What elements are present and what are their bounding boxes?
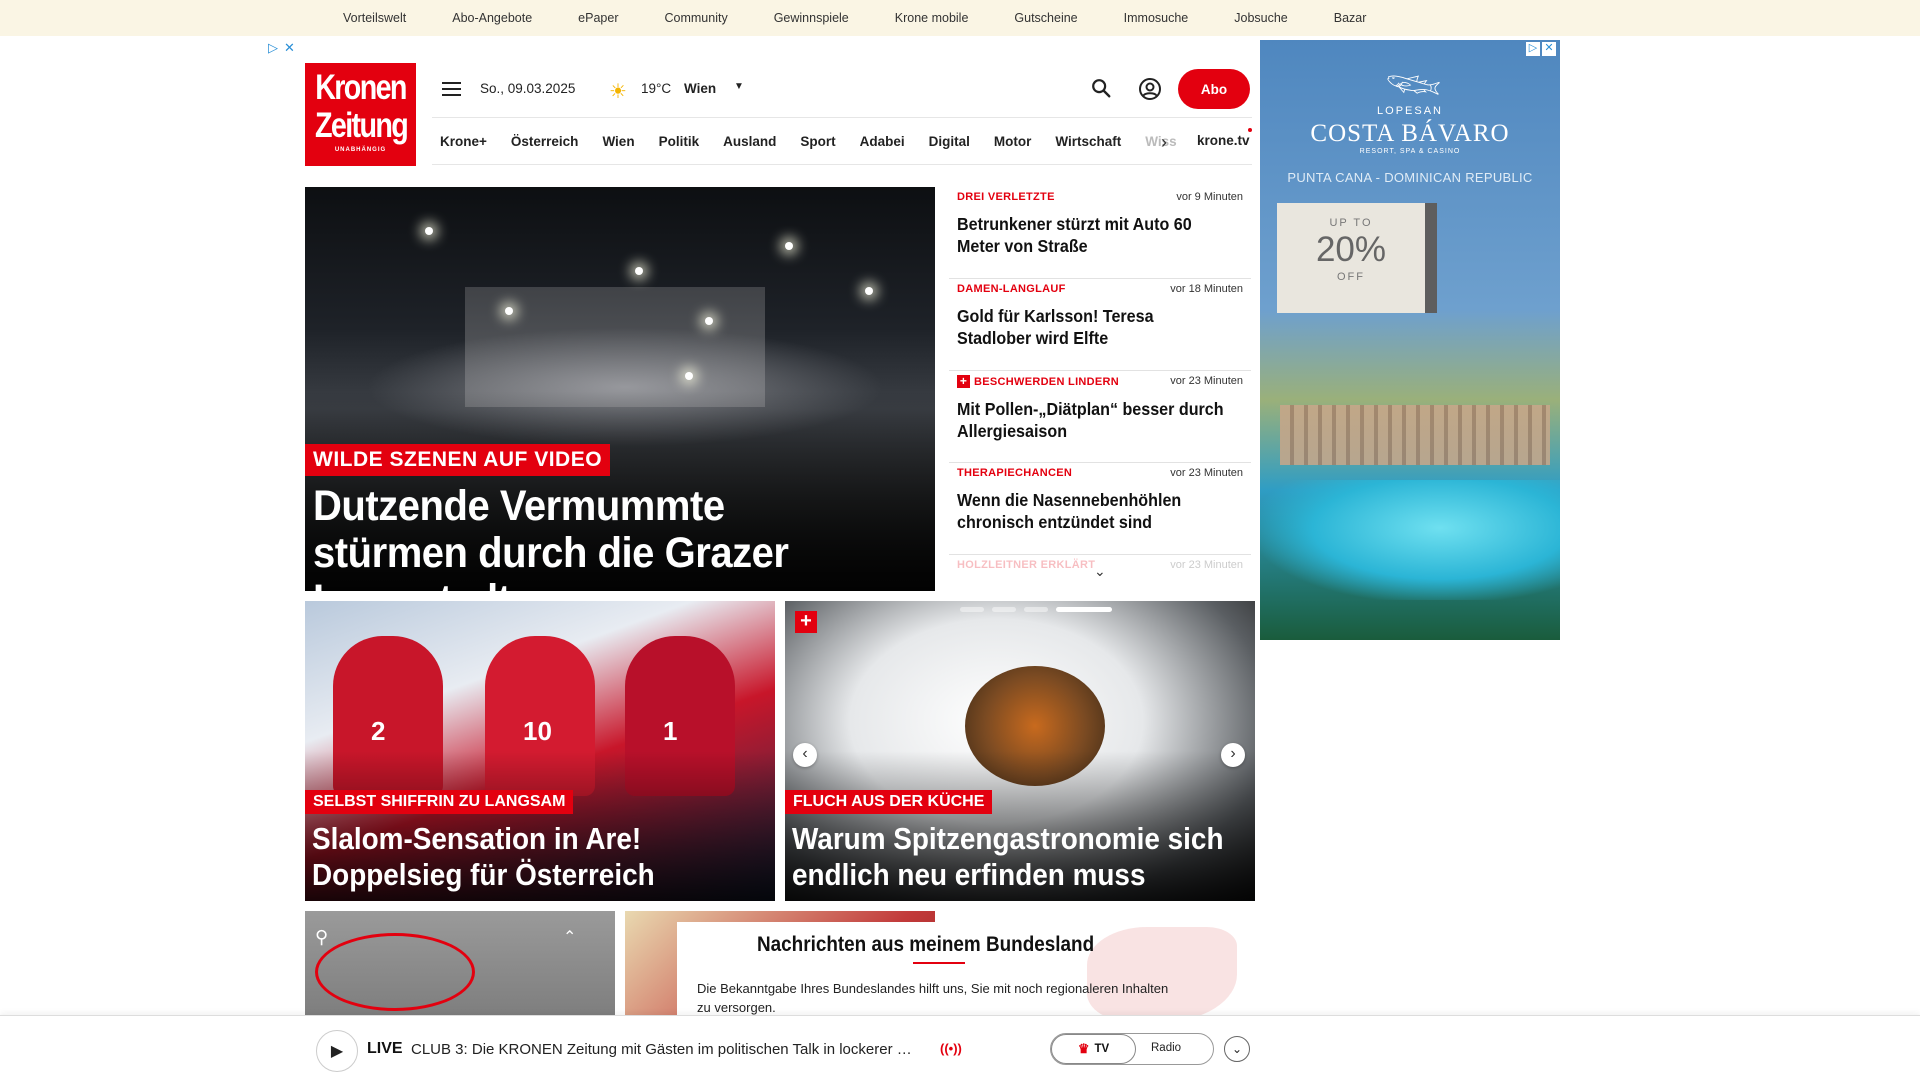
nav-item-oesterreich[interactable]: Österreich [511, 134, 579, 149]
nav-item-ausland[interactable]: Ausland [723, 134, 776, 149]
chevron-down-icon[interactable]: ⌄ [1094, 563, 1106, 580]
hero-headline[interactable]: Dutzende Vermummte stürmen durch die Gra… [313, 483, 885, 592]
ticker-time: vor 23 Minuten [1170, 467, 1243, 479]
nav-item-wirtschaft[interactable]: Wirtschaft [1055, 134, 1121, 149]
ad-play-icon: ▷ [268, 40, 278, 55]
carousel-indicators [960, 607, 1112, 612]
ticker-headline[interactable]: Wenn die Nasennebenhöhlen chronisch entz… [957, 489, 1224, 533]
city-selector[interactable]: Wien [684, 81, 716, 96]
utility-link-jobsuche[interactable]: Jobsuche [1234, 11, 1288, 25]
ticker-headline[interactable]: Betrunkener stürzt mit Auto 60 Meter von… [957, 213, 1224, 257]
ad-brand: LOPESAN [1377, 105, 1443, 117]
article-card-gastronomie[interactable]: + ‹ › FLUCH AUS DER KÜCHE Warum Spitzeng… [785, 601, 1255, 901]
live-player-bar: ▶ LIVE CLUB 3: Die KRONEN Zeitung mit Gä… [0, 1015, 1920, 1080]
ticker-headline[interactable]: Gold für Karlsson! Teresa Stadlober wird… [957, 305, 1224, 349]
logo-line-1: Kronen [315, 68, 407, 107]
broadcast-icon: ((•)) [940, 1041, 962, 1056]
ad-resort-name: COSTA BÁVARO [1310, 120, 1510, 147]
utility-link-community[interactable]: Community [664, 11, 727, 25]
ad-resort-sub: RESORT, SPA & CASINO [1359, 148, 1461, 155]
nav-item-krone-plus[interactable]: Krone+ [440, 134, 487, 149]
temperature: 19°C [641, 81, 672, 96]
nav-item-adabei[interactable]: Adabei [860, 134, 905, 149]
bundesland-text: Die Bekanntgabe Ihres Bundeslandes hilft… [697, 981, 1169, 1015]
adchoices-left[interactable]: ▷ ✕ [268, 40, 295, 56]
utility-links: Vorteilswelt Abo-Angebote ePaper Communi… [343, 0, 1412, 36]
ad-close-icon[interactable]: ✕ [1542, 42, 1556, 56]
hero-article[interactable]: WILDE SZENEN AUF VIDEO Dutzende Vermummt… [305, 187, 935, 591]
logo-tagline: UNABHÄNGIG [334, 147, 387, 153]
utility-link-krone-mobile[interactable]: Krone mobile [895, 11, 969, 25]
chevron-down-icon[interactable]: ▼ [734, 81, 744, 92]
utility-link-epaper[interactable]: ePaper [578, 11, 618, 25]
ticker-item[interactable]: DAMEN-LANGLAUF vor 18 Minuten Gold für K… [949, 279, 1251, 371]
utility-link-gutscheine[interactable]: Gutscheine [1014, 11, 1077, 25]
top-utility-bar: Vorteilswelt Abo-Angebote ePaper Communi… [0, 0, 1920, 36]
hero-kicker: WILDE SZENEN AUF VIDEO [305, 444, 611, 476]
ticker-item[interactable]: + BESCHWERDEN LINDERN vor 23 Minuten Mit … [949, 371, 1251, 463]
nav-item-politik[interactable]: Politik [659, 134, 700, 149]
ticker-time: vor 23 Minuten [1170, 375, 1243, 387]
user-account-icon[interactable] [1138, 77, 1162, 101]
live-dot [1248, 128, 1252, 132]
adchoices-right[interactable]: ▷ ✕ [1526, 42, 1556, 56]
crown-icon: ♛ [1077, 1041, 1090, 1056]
news-ticker: DREI VERLETZTE vor 9 Minuten Betrunkener… [949, 187, 1251, 572]
article-card-slalom[interactable]: 2 10 1 SELBST SHIFFRIN ZU LANGSAM Slalom… [305, 601, 775, 901]
card-kicker: FLUCH AUS DER KÜCHE [785, 790, 993, 814]
nav-item-krone-tv[interactable]: krone.tv [1197, 133, 1250, 148]
kronen-zeitung-logo[interactable]: Kronen Zeitung UNABHÄNGIG [305, 63, 416, 166]
card-headline[interactable]: Slalom-Sensation in Are! Doppelsieg für … [312, 821, 762, 893]
menu-icon[interactable] [442, 82, 461, 96]
advertisement-banner[interactable]: ▷ ✕ 𓆝 LOPESAN COSTA BÁVARO RESORT, SPA &… [1260, 40, 1560, 640]
nav-item-digital[interactable]: Digital [929, 134, 970, 149]
radio-tab[interactable]: Radio [1151, 1042, 1181, 1054]
header-row: So., 09.03.2025 ☀ 19°C Wien ▼ Abo [432, 63, 1252, 115]
tv-tab[interactable]: ♛ TV [1051, 1034, 1136, 1064]
card-kicker: SELBST SHIFFRIN ZU LANGSAM [305, 790, 574, 814]
abo-button[interactable]: Abo [1178, 69, 1250, 109]
ticker-time: vor 18 Minuten [1170, 283, 1243, 295]
card-headline[interactable]: Warum Spitzengastronomie sich endlich ne… [792, 821, 1242, 893]
nav-item-motor[interactable]: Motor [994, 134, 1032, 149]
location-pin-icon: ⚲ [315, 927, 329, 947]
chevron-left-icon[interactable]: ‹ [793, 743, 817, 767]
ticker-item[interactable]: DREI VERLETZTE vor 9 Minuten Betrunkener… [949, 187, 1251, 279]
chevron-right-icon[interactable]: › [1161, 132, 1167, 153]
card-image [315, 933, 475, 1011]
krone-plus-icon: + [795, 611, 817, 633]
ad-location: PUNTA CANA - DOMINICAN REPUBLIC [1287, 170, 1533, 185]
nav-items: Krone+ Österreich Wien Politik Ausland S… [440, 118, 1181, 164]
krone-plus-icon: + [957, 375, 970, 388]
main-navigation: Krone+ Österreich Wien Politik Ausland S… [432, 117, 1252, 165]
utility-link-gewinnspiele[interactable]: Gewinnspiele [774, 11, 849, 25]
logo-line-2: Zeitung [314, 106, 409, 145]
ad-play-icon[interactable]: ▷ [1526, 42, 1540, 56]
utility-link-immosuche[interactable]: Immosuche [1124, 11, 1189, 25]
ticker-time: vor 23 Minuten [1170, 559, 1243, 571]
sun-icon: ☀ [609, 81, 627, 103]
utility-link-bazar[interactable]: Bazar [1334, 11, 1367, 25]
live-label: LIVE [367, 1040, 403, 1057]
ticker-item[interactable]: THERAPIECHANCEN vor 23 Minuten Wenn die … [949, 463, 1251, 555]
chevron-down-icon[interactable]: ⌄ [1224, 1036, 1250, 1062]
tv-radio-toggle: ♛ TV Radio [1050, 1033, 1214, 1065]
ad-close-icon[interactable]: ✕ [284, 40, 295, 56]
nav-item-sport[interactable]: Sport [800, 134, 835, 149]
ad-hotel-image [1280, 405, 1550, 465]
utility-link-abo-angebote[interactable]: Abo-Angebote [452, 11, 532, 25]
ad-pool-image [1260, 480, 1560, 600]
utility-link-vorteilswelt[interactable]: Vorteilswelt [343, 11, 406, 25]
live-title[interactable]: CLUB 3: Die KRONEN Zeitung mit Gästen im… [411, 1041, 931, 1058]
bundesland-title: Nachrichten aus meinem Bundesland [757, 933, 1095, 956]
nav-item-wien[interactable]: Wien [602, 134, 634, 149]
ticker-time: vor 9 Minuten [1176, 191, 1243, 203]
ad-promo-box: UP TO 20% OFF [1277, 203, 1437, 313]
play-icon[interactable]: ▶ [316, 1030, 358, 1072]
chevron-right-icon[interactable]: › [1221, 743, 1245, 767]
search-icon[interactable] [1090, 77, 1112, 99]
chevron-up-icon: ⌃ [563, 929, 577, 946]
current-date: So., 09.03.2025 [480, 81, 576, 96]
ticker-headline[interactable]: Mit Pollen-„Diätplan“ besser durch Aller… [957, 398, 1224, 442]
